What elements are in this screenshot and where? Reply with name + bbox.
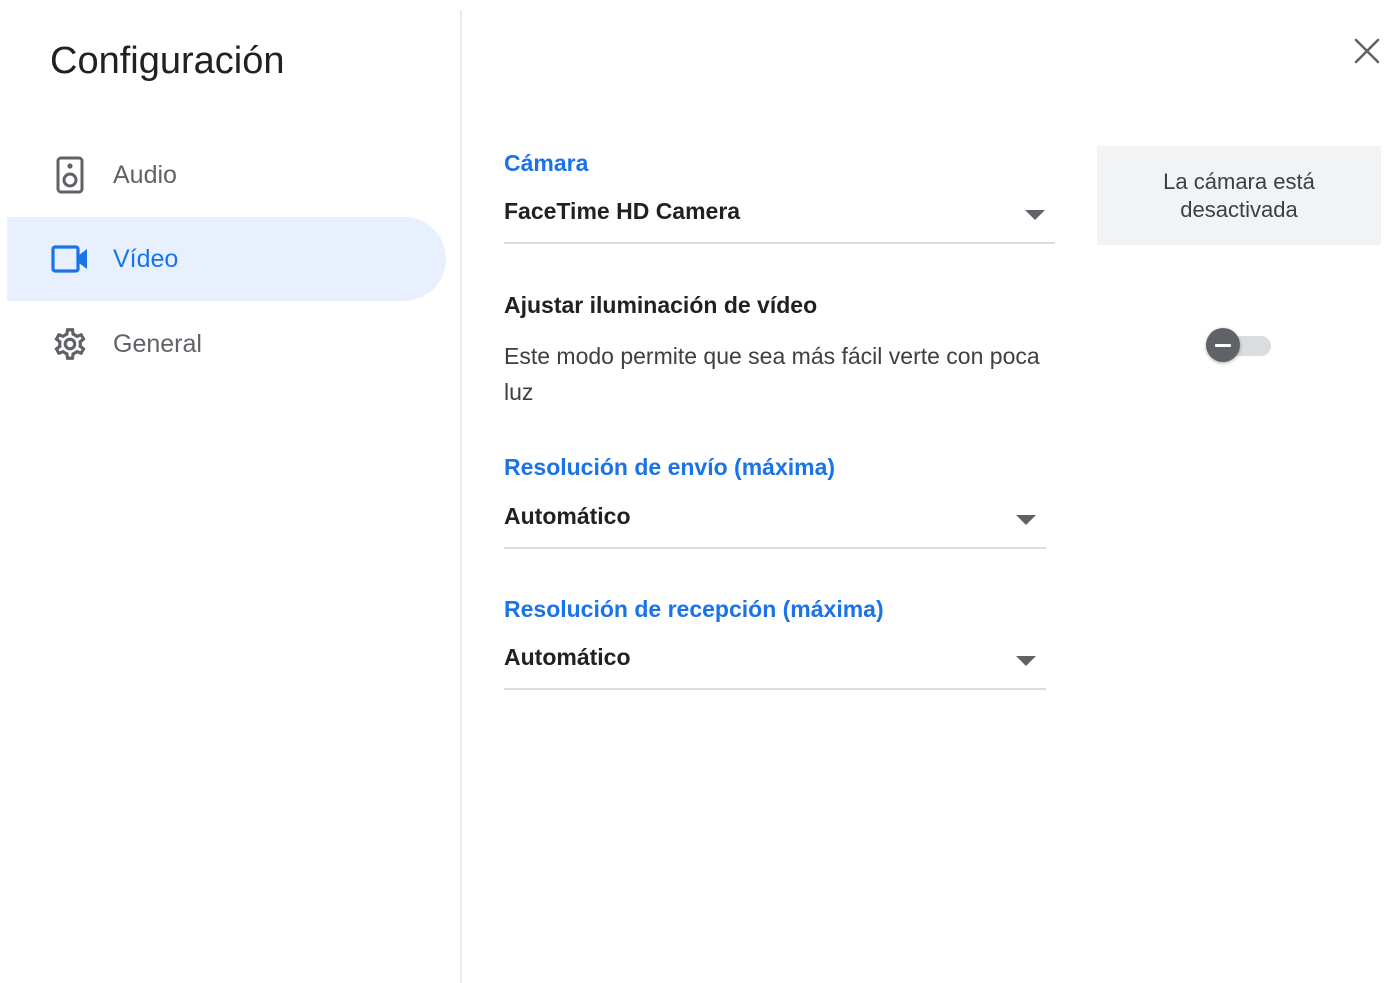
dropdown-arrow-icon [1025, 210, 1045, 220]
sidebar-item-label: Vídeo [113, 245, 179, 273]
sidebar-divider [460, 10, 462, 983]
receive-resolution-label: Resolución de recepción (máxima) [504, 596, 884, 622]
receive-resolution-value: Automático [504, 644, 631, 670]
toggle-thumb [1206, 328, 1240, 362]
sidebar-item-video[interactable]: Vídeo [7, 217, 446, 301]
send-resolution-select[interactable]: Automático [504, 495, 1046, 549]
lighting-description: Este modo permite que sea más fácil vert… [504, 343, 1040, 405]
lighting-toggle[interactable] [1205, 326, 1273, 364]
minus-icon [1215, 343, 1231, 347]
send-resolution-value: Automático [504, 503, 631, 529]
settings-dialog: Configuración Audio Vídeo General Cámara… [0, 0, 1392, 983]
sidebar-item-general[interactable]: General [7, 302, 446, 386]
settings-sidebar: Configuración Audio Vídeo General [0, 0, 460, 983]
camera-select[interactable]: FaceTime HD Camera [504, 190, 1055, 244]
close-icon [1353, 37, 1381, 70]
camera-preview: La cámara está desactivada [1097, 146, 1381, 245]
dropdown-arrow-icon [1016, 515, 1036, 525]
send-resolution-label: Resolución de envío (máxima) [504, 454, 836, 480]
lighting-heading: Ajustar iluminación de vídeo [504, 292, 818, 318]
sidebar-item-audio[interactable]: Audio [7, 133, 446, 217]
videocam-icon [51, 240, 89, 278]
speaker-icon [51, 156, 89, 194]
close-button[interactable] [1346, 32, 1388, 74]
camera-off-message: La cámara está desactivada [1163, 168, 1315, 222]
dropdown-arrow-icon [1016, 656, 1036, 666]
receive-resolution-select[interactable]: Automático [504, 636, 1046, 690]
camera-label: Cámara [504, 150, 589, 176]
camera-select-value: FaceTime HD Camera [504, 198, 741, 224]
gear-icon [51, 325, 89, 363]
dialog-title: Configuración [50, 40, 285, 82]
sidebar-item-label: Audio [113, 161, 177, 189]
sidebar-item-label: General [113, 330, 202, 358]
